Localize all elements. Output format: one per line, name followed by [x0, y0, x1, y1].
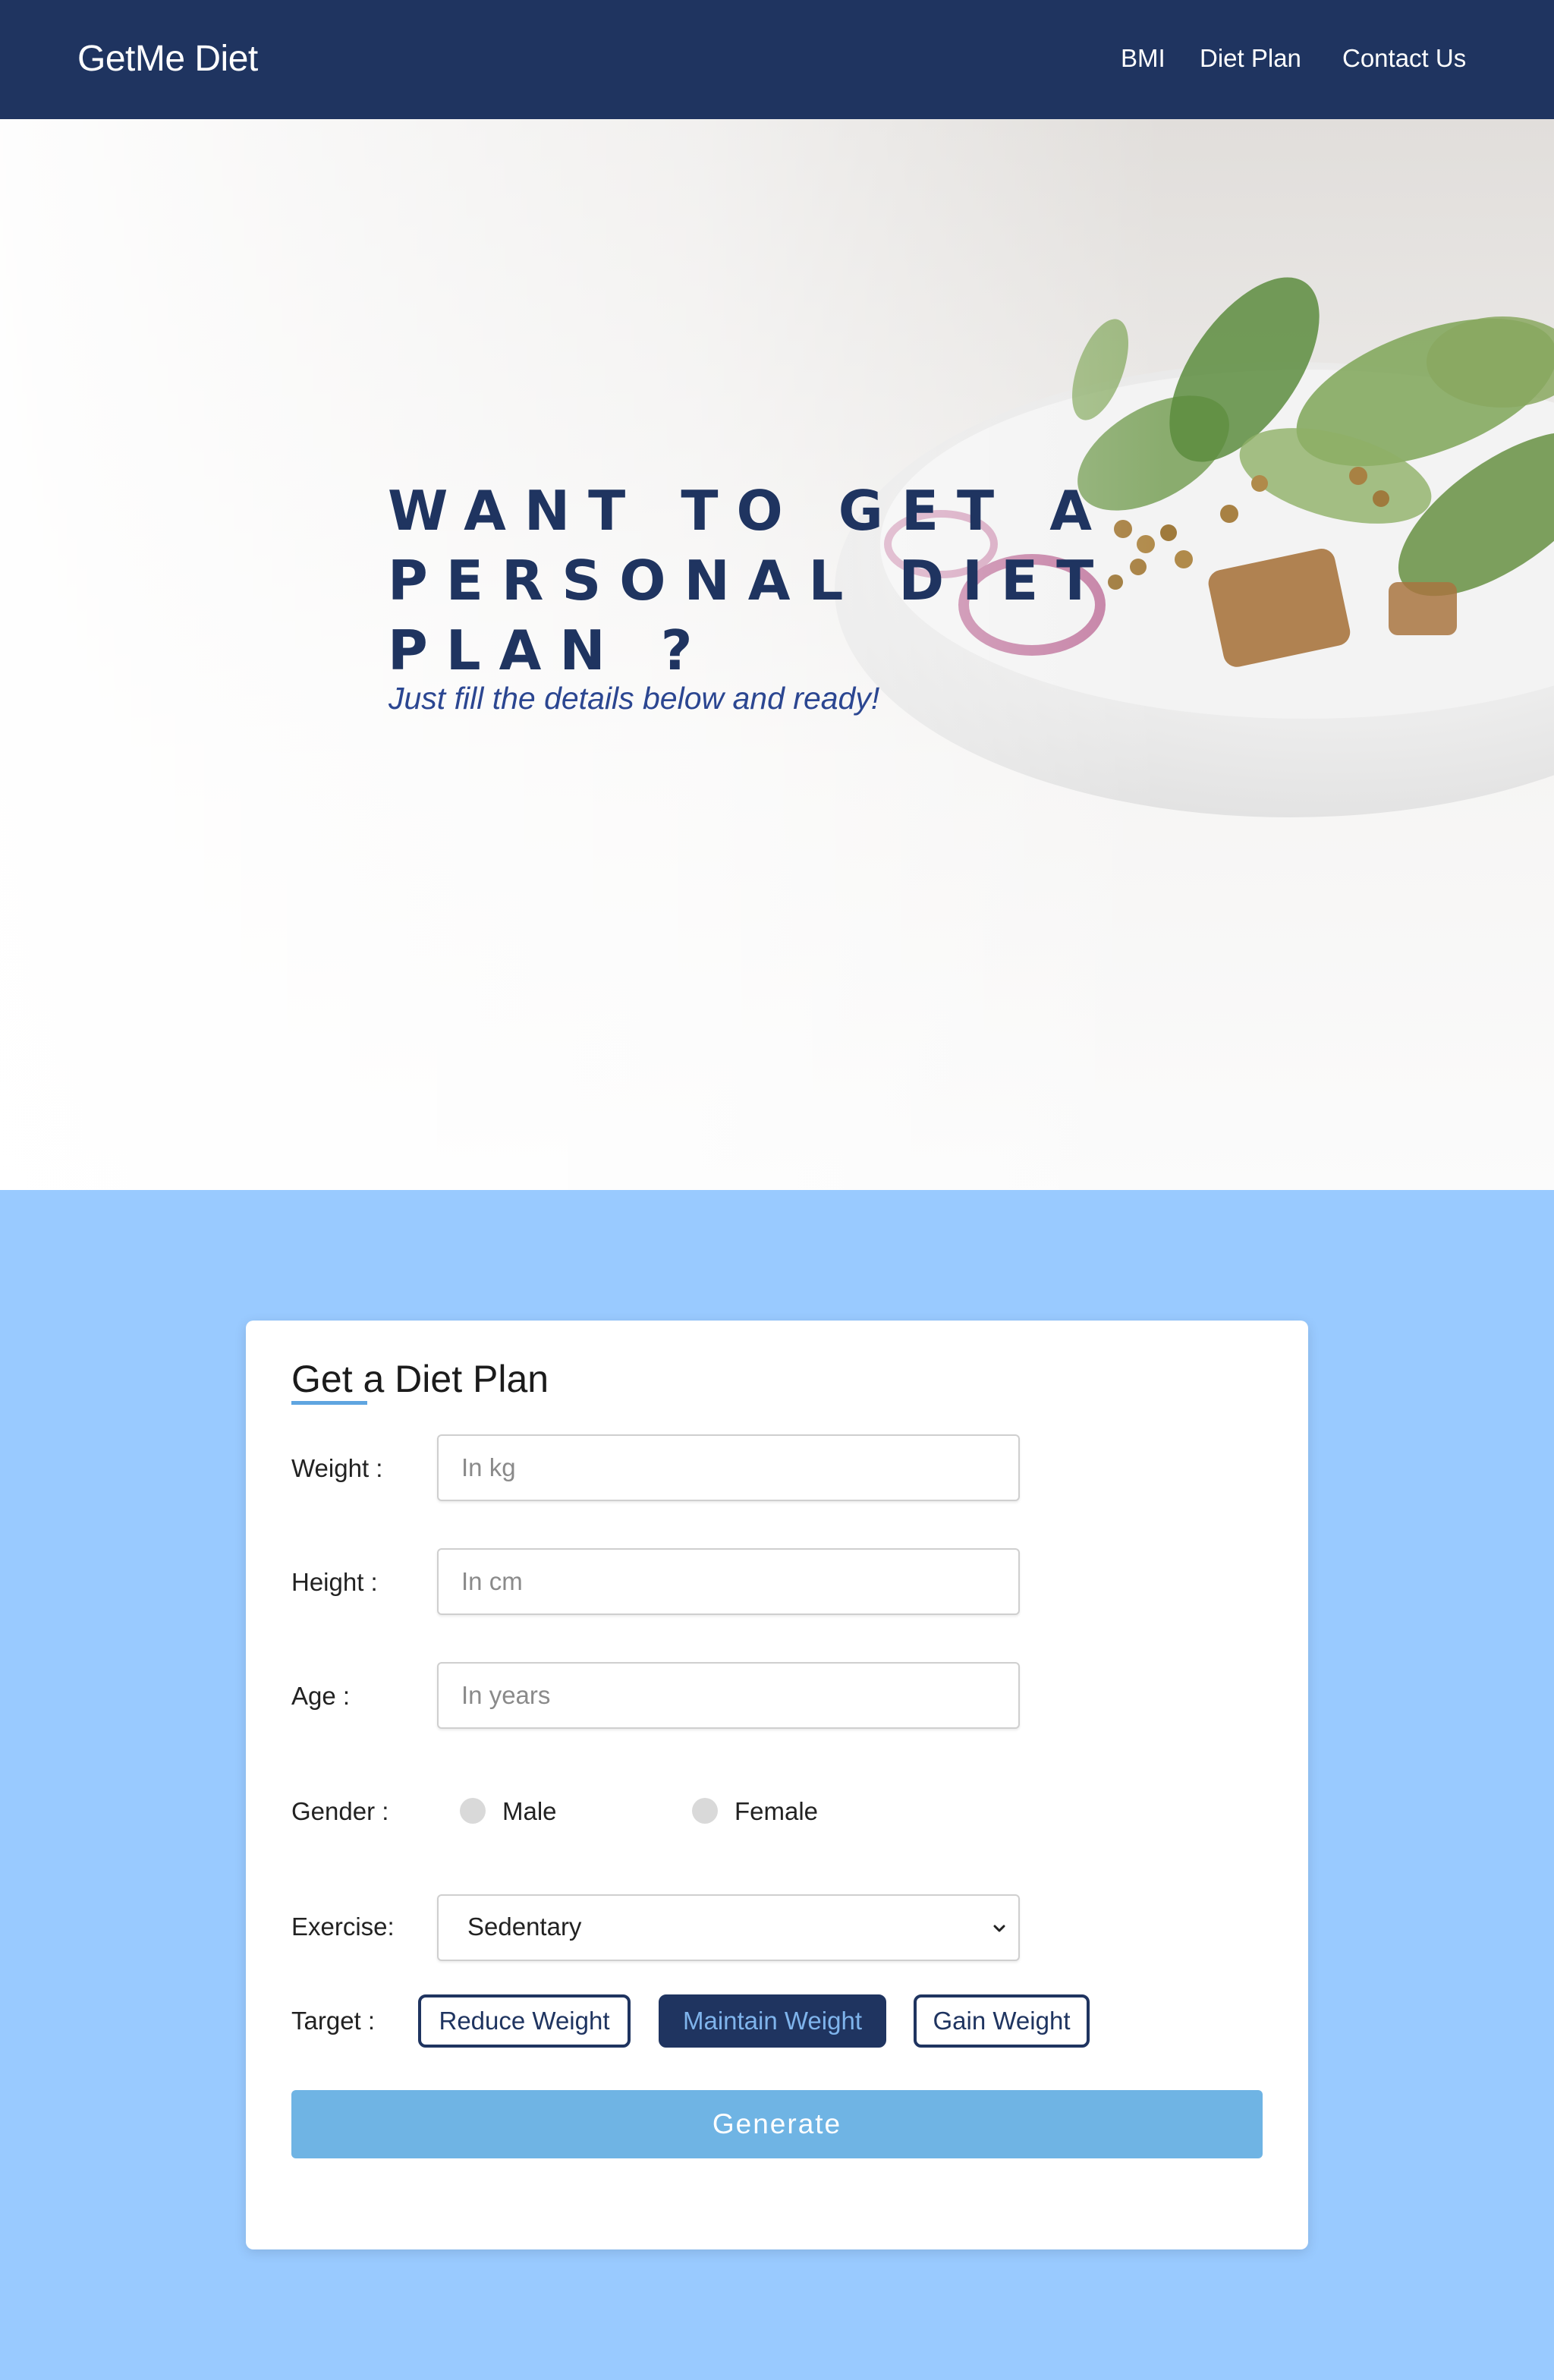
target-label: Target : [291, 2007, 376, 2035]
top-navbar: GetMe Diet BMI Diet Plan Contact Us [0, 0, 1554, 119]
exercise-label: Exercise: [291, 1912, 395, 1941]
nav-link-diet-plan[interactable]: Diet Plan [1200, 44, 1301, 73]
brand-logo[interactable]: GetMe Diet [77, 38, 258, 80]
weight-label: Weight : [291, 1454, 383, 1482]
nav-link-contact-us[interactable]: Contact Us [1342, 44, 1466, 73]
diet-plan-form-card: Get a Diet Plan Weight : Height : Age : … [246, 1321, 1308, 2249]
nav-link-bmi[interactable]: BMI [1121, 44, 1166, 73]
target-reduce-weight-button[interactable]: Reduce Weight [418, 1994, 631, 2048]
generate-button[interactable]: Generate [291, 2090, 1263, 2158]
hero-title: WANT TO GET A PERSONAL DIET PLAN ? [388, 479, 1112, 682]
target-gain-weight-button[interactable]: Gain Weight [914, 1994, 1090, 2048]
chevron-down-icon [993, 1925, 1005, 1932]
age-label: Age : [291, 1682, 351, 1710]
radio-female[interactable] [692, 1798, 718, 1824]
exercise-selected-value: Sedentary [467, 1912, 582, 1941]
weight-input[interactable] [437, 1434, 1020, 1501]
hero-subtitle: Just fill the details below and ready! [388, 681, 880, 716]
gender-label: Gender : [291, 1797, 389, 1825]
hero-section: WANT TO GET A PERSONAL DIET PLAN ? Just … [0, 119, 1554, 1190]
target-maintain-weight-button[interactable]: Maintain Weight [659, 1994, 886, 2048]
exercise-select[interactable]: Sedentary [437, 1894, 1020, 1961]
age-input[interactable] [437, 1662, 1020, 1729]
height-input[interactable] [437, 1548, 1020, 1615]
height-label: Height : [291, 1568, 378, 1596]
title-underline [291, 1401, 367, 1405]
form-title: Get a Diet Plan [291, 1358, 549, 1400]
radio-male[interactable] [460, 1798, 486, 1824]
radio-male-label[interactable]: Male [502, 1797, 557, 1826]
radio-female-label[interactable]: Female [735, 1797, 818, 1826]
